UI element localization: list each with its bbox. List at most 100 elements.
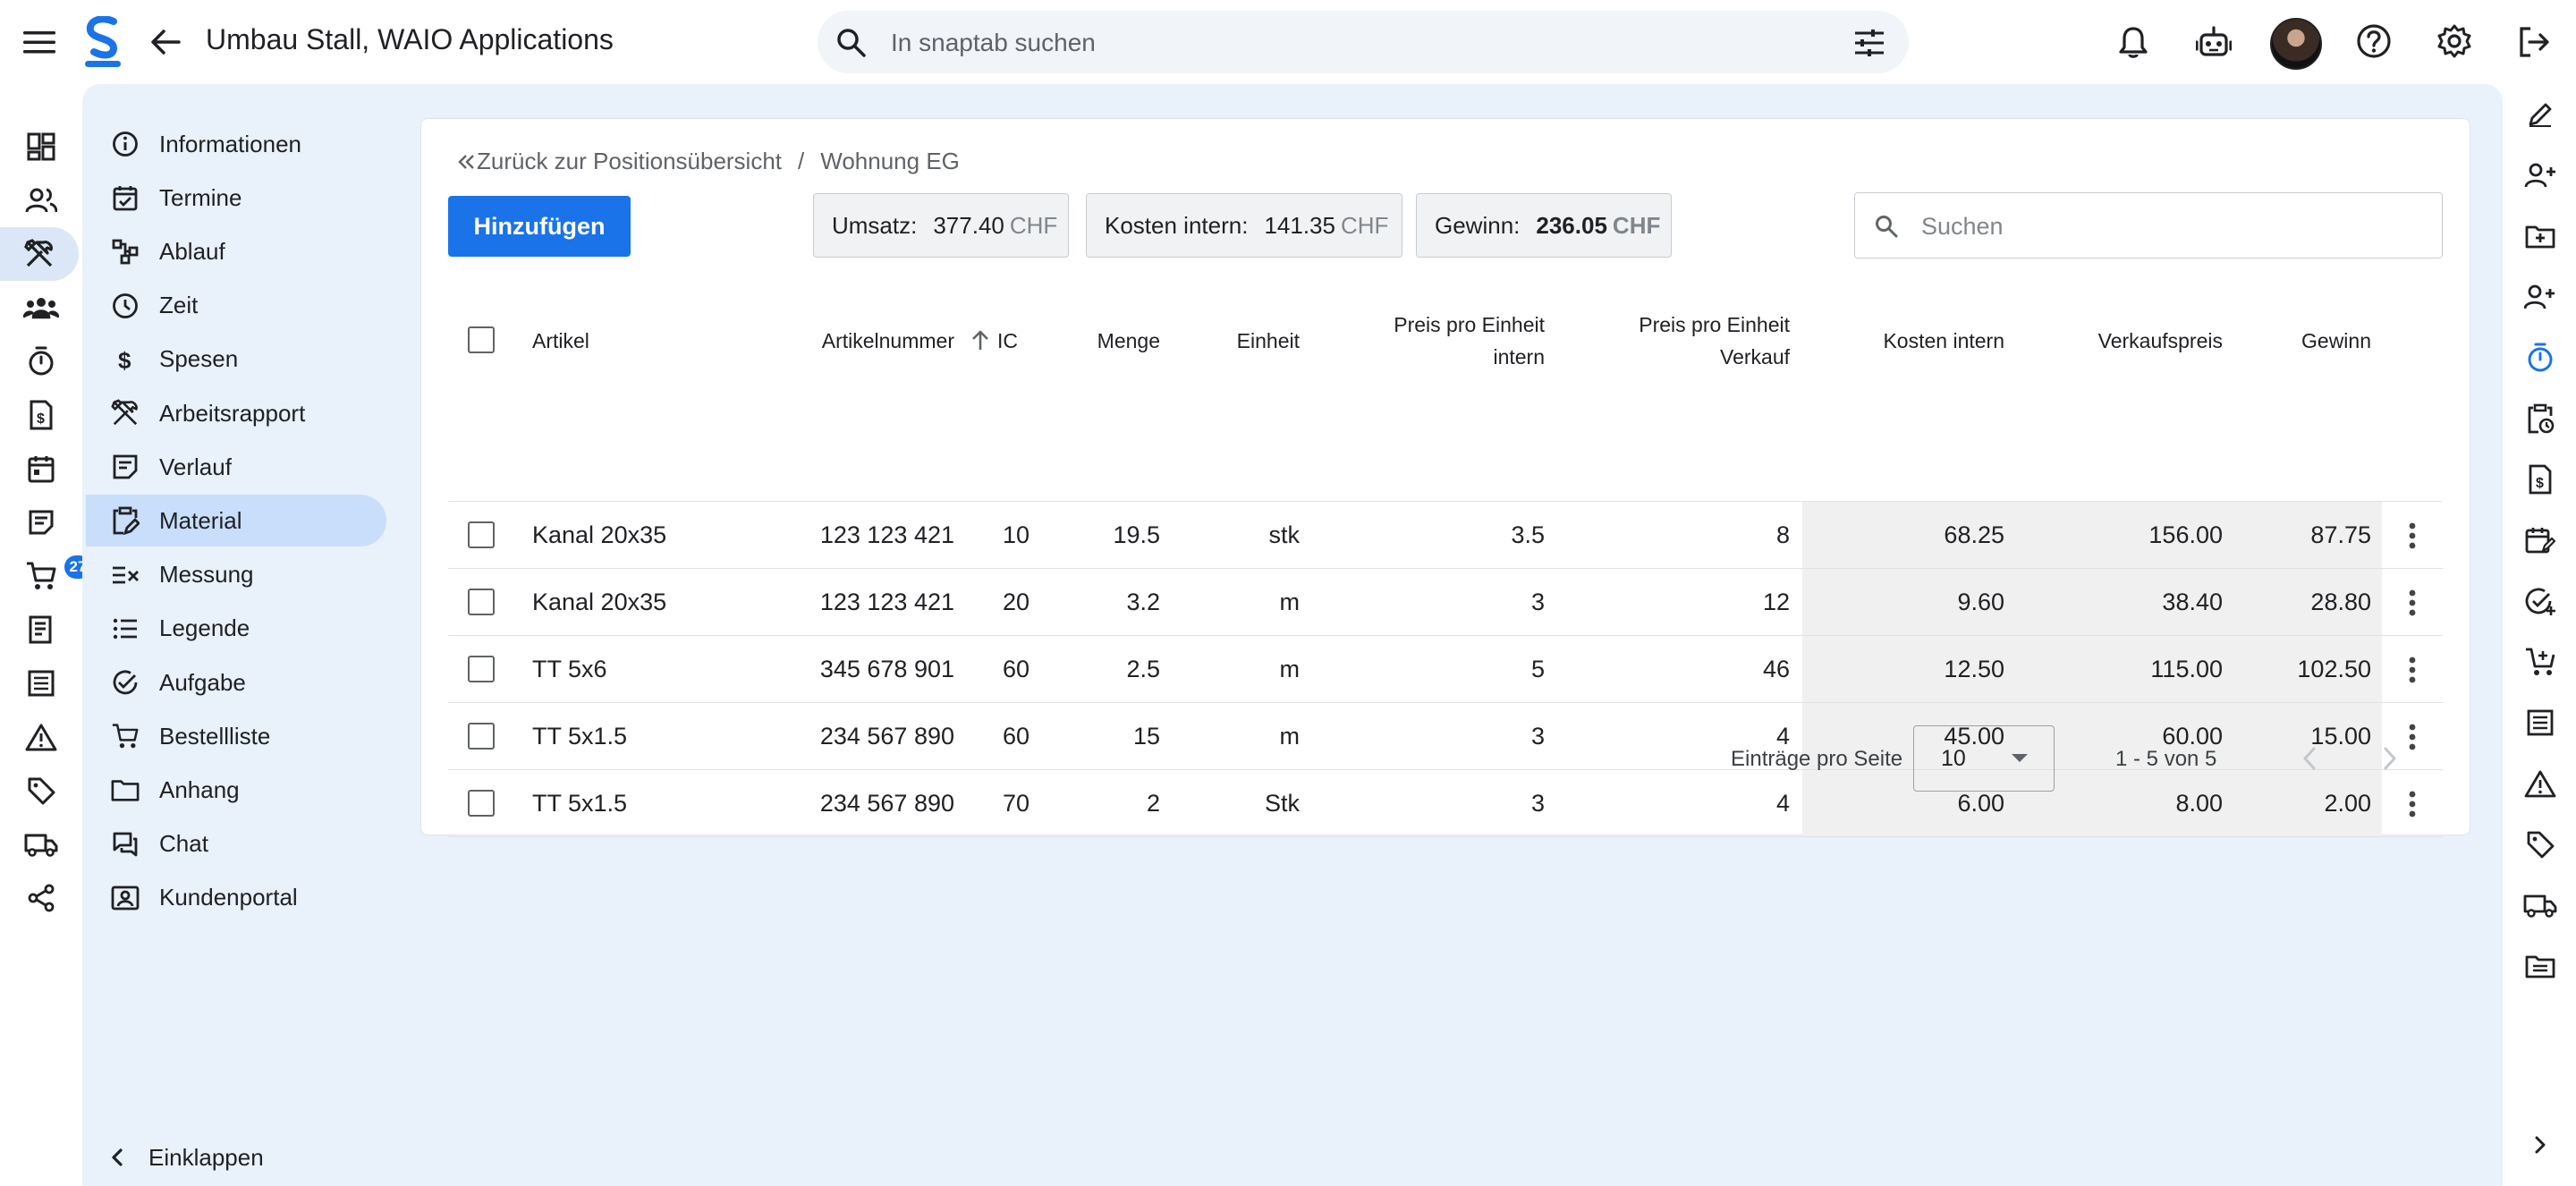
- global-search-input[interactable]: [889, 11, 1787, 75]
- rail-reports[interactable]: [0, 496, 82, 549]
- subnav-item-spesen[interactable]: $ Spesen: [97, 334, 386, 385]
- col-einheit[interactable]: Einheit: [1164, 325, 1300, 357]
- rail-projects[interactable]: [0, 227, 79, 281]
- prev-page-icon[interactable]: [2300, 743, 2319, 774]
- rail-teams[interactable]: [0, 281, 82, 335]
- col-ppe-intern[interactable]: Preis pro Einheit intern: [1343, 309, 1545, 373]
- subnav-item-chat[interactable]: Chat: [97, 818, 386, 870]
- pagination-range: 1 - 5 von 5: [2115, 747, 2217, 771]
- subnav-item-termine[interactable]: Termine: [97, 172, 386, 224]
- global-search[interactable]: [818, 11, 1909, 75]
- col-verkaufspreis[interactable]: Verkaufspreis: [2031, 325, 2223, 357]
- add-team-icon[interactable]: [2522, 279, 2558, 315]
- back-arrow-icon[interactable]: [145, 21, 186, 63]
- row-checkbox[interactable]: [468, 723, 495, 750]
- tag-add-icon[interactable]: [2522, 826, 2558, 862]
- snaptab-logo[interactable]: [82, 16, 123, 68]
- subnav-item-legende[interactable]: Legende: [97, 603, 386, 655]
- subnav-item-ablauf[interactable]: Ablauf: [97, 225, 386, 277]
- folder-list-icon[interactable]: [2522, 948, 2558, 984]
- cell-artikelnummer: 234 567 890: [819, 723, 954, 750]
- breadcrumb-back-link[interactable]: Zurück zur Positionsübersicht: [457, 148, 782, 175]
- collapse-button[interactable]: Einklappen: [109, 1136, 264, 1179]
- col-ppe-verkauf[interactable]: Preis pro Einheit Verkauf: [1584, 309, 1790, 373]
- rail-timer[interactable]: [0, 335, 82, 388]
- filter-sliders-icon[interactable]: [1850, 23, 1889, 63]
- row-checkbox[interactable]: [468, 589, 495, 615]
- table-row[interactable]: TT 5x1.5 234 567 890 70 2 Stk 3 4 6.00 8.00 2.00: [448, 769, 2443, 837]
- col-gewinn[interactable]: Gewinn: [2237, 325, 2371, 357]
- user-avatar[interactable]: [2270, 18, 2322, 70]
- clipboard-clock-icon[interactable]: [2522, 401, 2558, 436]
- delivery-add-icon[interactable]: [2522, 887, 2558, 923]
- task-add-icon[interactable]: [2522, 583, 2558, 619]
- rail-share[interactable]: [0, 871, 82, 925]
- settings-gear-icon[interactable]: [2433, 20, 2476, 63]
- subnav-item-anhang[interactable]: Anhang: [97, 764, 386, 816]
- edit-pencil-icon[interactable]: [2522, 97, 2558, 132]
- invoice-add-icon[interactable]: $: [2522, 462, 2558, 497]
- table-row[interactable]: Kanal 20x35 123 123 421 20 3.2 m 3 12 9.60 38.40…: [448, 568, 2443, 636]
- robot-assistant-icon[interactable]: [2193, 21, 2234, 63]
- subnav-item-zeit[interactable]: Zeit: [97, 280, 386, 332]
- more-vertical-icon[interactable]: [2394, 719, 2430, 755]
- cell-menge: 2.5: [1126, 656, 1160, 682]
- list-add-icon[interactable]: [2522, 705, 2558, 741]
- subnav-item-material[interactable]: Material: [86, 495, 386, 547]
- clipboard-icon: [109, 504, 141, 537]
- col-artikelnummer[interactable]: Artikelnummer: [752, 325, 954, 357]
- subnav-item-bestellliste[interactable]: Bestellliste: [97, 710, 386, 762]
- rail-calendar[interactable]: [0, 442, 82, 496]
- add-contact-icon[interactable]: [2522, 157, 2558, 193]
- table-row[interactable]: Kanal 20x35 123 123 421 10 19.5 stk 3.5 8 68.25…: [448, 501, 2443, 569]
- logout-icon[interactable]: [2513, 21, 2555, 63]
- rail-invoices[interactable]: $: [0, 388, 82, 442]
- chevron-right-icon[interactable]: [2522, 1127, 2558, 1163]
- rail-tags[interactable]: [0, 764, 82, 817]
- calendar-edit-icon[interactable]: [2522, 522, 2558, 558]
- cell-artikel: TT 5x6: [532, 656, 607, 682]
- row-checkbox[interactable]: [468, 790, 495, 817]
- row-checkbox[interactable]: [468, 521, 495, 548]
- rail-delivery[interactable]: [0, 817, 82, 871]
- subnav-item-aufgabe[interactable]: Aufgabe: [97, 657, 386, 708]
- col-menge[interactable]: Menge: [1021, 325, 1160, 357]
- truck-icon: [24, 832, 58, 857]
- more-vertical-icon[interactable]: [2394, 585, 2430, 621]
- rail-contacts[interactable]: [0, 174, 82, 227]
- subnav-item-messung[interactable]: Messung: [97, 549, 386, 601]
- more-vertical-icon[interactable]: [2394, 652, 2430, 688]
- add-to-cart-icon[interactable]: [2522, 644, 2558, 680]
- sort-ascending-icon[interactable]: [970, 330, 990, 352]
- subnav-item-informationen[interactable]: Informationen: [97, 118, 386, 170]
- cell-einheit: m: [1279, 656, 1301, 682]
- subnav-item-kundenportal[interactable]: Kundenportal: [97, 872, 386, 924]
- menu-icon[interactable]: [16, 20, 63, 64]
- add-button[interactable]: Hinzufügen: [448, 196, 631, 257]
- subnav-item-verlauf[interactable]: Verlauf: [97, 441, 386, 493]
- table-search-input[interactable]: [1919, 193, 2424, 259]
- col-artikel[interactable]: Artikel: [532, 325, 589, 357]
- col-kosten-intern[interactable]: Kosten intern: [1826, 325, 2004, 357]
- subnav-item-arbeitsrapport[interactable]: Arbeitsrapport: [97, 387, 386, 439]
- col-ic[interactable]: IC: [997, 325, 1018, 357]
- rail-warnings[interactable]: [0, 710, 82, 764]
- warning-add-icon[interactable]: [2522, 766, 2558, 801]
- rail-orders[interactable]: 27: [0, 549, 91, 603]
- row-checkbox[interactable]: [468, 656, 495, 682]
- notification-bell-icon[interactable]: [2113, 21, 2154, 63]
- help-icon[interactable]: [2352, 20, 2395, 63]
- rail-lists[interactable]: [0, 657, 82, 710]
- more-vertical-icon[interactable]: [2394, 518, 2430, 554]
- rail-dashboard[interactable]: [0, 120, 82, 174]
- stopwatch-icon[interactable]: [2522, 340, 2558, 376]
- select-all-checkbox[interactable]: [468, 326, 495, 353]
- more-vertical-icon[interactable]: [2394, 786, 2430, 822]
- table-row[interactable]: TT 5x6 345 678 901 60 2.5 m 5 46 12.50 115.00 102…: [448, 635, 2443, 703]
- table-search[interactable]: [1854, 192, 2443, 259]
- add-folder-icon[interactable]: [2522, 218, 2558, 254]
- next-page-icon[interactable]: [2380, 743, 2400, 774]
- warning-icon: [25, 723, 57, 751]
- per-page-select[interactable]: 10: [1913, 725, 2055, 792]
- rail-documents[interactable]: [0, 603, 82, 657]
